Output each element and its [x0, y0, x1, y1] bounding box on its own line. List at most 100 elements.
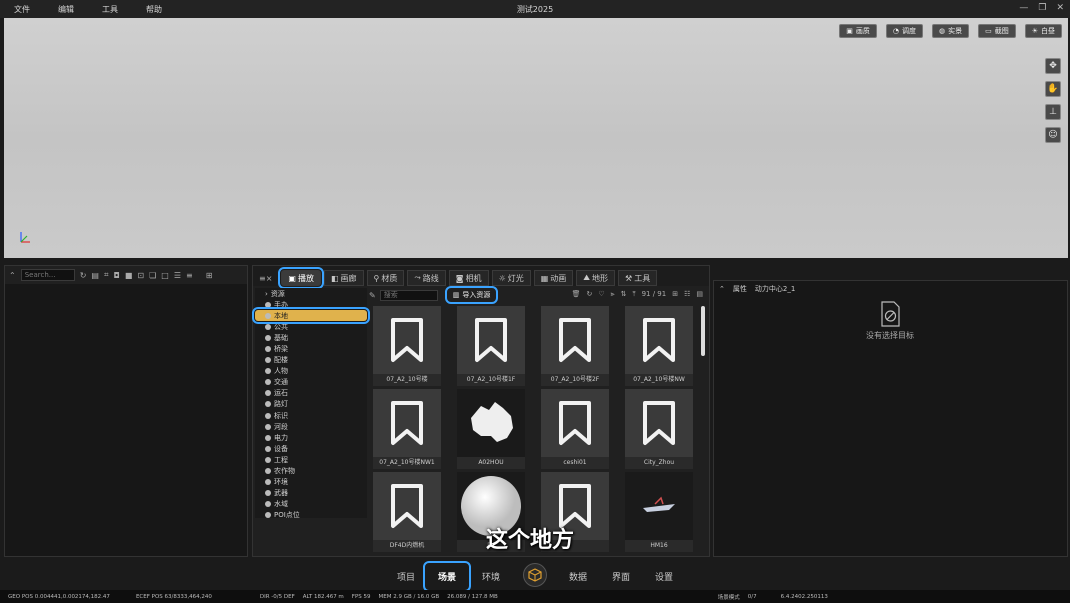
asset-label: ceshi01 — [541, 457, 609, 469]
asset-card[interactable]: 07_A2_10号楼NW1 — [373, 389, 441, 469]
home-cube-button[interactable] — [523, 563, 547, 587]
menu-tools[interactable]: 工具 — [102, 4, 118, 15]
collapse-icon[interactable]: ⌃ — [719, 285, 725, 293]
menu-file[interactable]: 文件 — [14, 4, 30, 15]
close-icon[interactable]: ✕ — [1056, 3, 1064, 13]
menu-help[interactable]: 帮助 — [146, 4, 162, 15]
category-item[interactable]: 公共 — [255, 321, 367, 332]
live-view-button[interactable]: ◍ 实景 — [931, 24, 970, 38]
asset-card[interactable]: 07_A2_10号楼 — [373, 306, 441, 386]
asset-card[interactable]: ceshi01 — [541, 389, 609, 469]
tab-route[interactable]: ⤳ 路线 — [407, 270, 446, 286]
asset-grid-scrollbar[interactable] — [701, 306, 705, 356]
asset-card[interactable]: City_Zhou — [625, 389, 693, 469]
bookmark-icon — [475, 318, 507, 362]
refresh-icon[interactable]: ↻ — [587, 290, 593, 299]
upload-icon[interactable]: ⤒ — [632, 290, 635, 299]
category-item[interactable]: 河段 — [255, 421, 367, 432]
category-item[interactable]: 基础 — [255, 332, 367, 343]
grid-view-icon[interactable]: ⊞ — [672, 290, 678, 299]
asset-card[interactable]: 07_A2_10号楼2F — [541, 306, 609, 386]
layout-icon[interactable]: ⊞ — [206, 271, 213, 280]
asset-card[interactable]: DF4D内燃机 — [373, 472, 441, 552]
move-icon[interactable]: ✥ — [1045, 58, 1061, 74]
delete-icon[interactable]: 🗑 — [572, 290, 581, 299]
tab-material[interactable]: ⚲ 材质 — [366, 270, 405, 286]
nav-project[interactable]: 项目 — [397, 570, 415, 583]
axis-icon[interactable]: ⊥ — [1045, 104, 1061, 120]
category-item[interactable]: 环境 — [255, 477, 367, 488]
camera-icon[interactable]: ◘ — [113, 271, 119, 280]
cube-icon[interactable]: ■ — [125, 271, 133, 280]
category-item[interactable]: 手办 — [255, 299, 367, 310]
memory: MEM 2.9 GB / 16.0 GB — [378, 593, 440, 600]
category-item[interactable]: 水域 — [255, 499, 367, 510]
category-item[interactable]: 交通 — [255, 377, 367, 388]
heart-icon[interactable]: ♡ — [598, 290, 604, 299]
tab-light[interactable]: ☼ 灯光 — [491, 270, 531, 286]
daylight-button[interactable]: ☀ 白昼 — [1024, 24, 1062, 38]
filter-icon[interactable]: ⫸ — [611, 290, 615, 299]
category-item[interactable]: 工程 — [255, 454, 367, 465]
list-icon[interactable]: ☰ — [174, 271, 181, 280]
schedule-button[interactable]: ◔ 调度 — [885, 24, 923, 38]
asset-thumbnail — [457, 389, 525, 457]
minimize-icon[interactable]: — — [1019, 3, 1028, 13]
ecef-position: ECEF POS 63/8333,464,240 — [135, 593, 212, 600]
category-item[interactable]: 人物 — [255, 366, 367, 377]
nav-interface[interactable]: 界面 — [612, 570, 630, 583]
category-list: › 资源 手办 本地 公共 基础 桥梁 配楼 人物 交通 运石 路灯 标识 河段 电力 设备 工程 农作物 环境 武器… — [252, 288, 370, 521]
category-item[interactable]: › 资源 — [255, 288, 367, 299]
3d-viewport[interactable]: ▣ 画质 ◔ 调度 ◍ 实景 ▭ 截图 ☀ 白昼 ✥ ✋ ⊥ ☺ — [4, 18, 1068, 258]
square-icon[interactable]: □ — [161, 271, 169, 280]
asset-label: DF4D内燃机 — [373, 540, 441, 552]
nav-settings[interactable]: 设置 — [655, 570, 673, 583]
category-item[interactable]: 武器 — [255, 488, 367, 499]
person-icon[interactable]: ☺ — [1045, 127, 1061, 143]
sort-icon[interactable]: ⇅ — [621, 290, 627, 299]
chevron-up-icon[interactable]: ⌃ — [9, 271, 16, 280]
category-item[interactable]: 配楼 — [255, 355, 367, 366]
quality-button[interactable]: ▣ 画质 — [839, 24, 877, 38]
category-item[interactable]: 标识 — [255, 410, 367, 421]
category-item[interactable]: 桥梁 — [255, 343, 367, 354]
asset-thumbnail — [457, 306, 525, 374]
restore-icon[interactable]: ❐ — [1038, 3, 1046, 13]
nav-environment[interactable]: 环境 — [482, 570, 500, 583]
asset-card[interactable]: 07_A2_10号楼NW — [625, 306, 693, 386]
category-item[interactable]: POI点位 — [255, 510, 367, 521]
nav-scene[interactable]: 场景 — [422, 561, 472, 592]
tab-camera[interactable]: ◙ 相机 — [448, 270, 489, 286]
asset-card[interactable]: HM16 — [625, 472, 693, 552]
copy-icon[interactable]: ❏ — [149, 271, 156, 280]
menu-icon[interactable]: ≡ — [186, 271, 193, 280]
menu-edit[interactable]: 编辑 — [58, 4, 74, 15]
focus-icon[interactable]: ⌗ — [104, 270, 109, 280]
category-item[interactable]: 电力 — [255, 432, 367, 443]
tab-animation[interactable]: ▦ 动画 — [533, 270, 574, 286]
refresh-icon[interactable]: ↻ — [80, 271, 87, 280]
tab-list-icon[interactable]: ≡× — [259, 274, 272, 283]
tab-terrain[interactable]: ⛰ 地形 — [576, 270, 616, 286]
list-view-icon[interactable]: ☷ — [684, 290, 690, 299]
category-item[interactable]: 运石 — [255, 388, 367, 399]
nav-data[interactable]: 数据 — [569, 570, 587, 583]
folder-icon[interactable]: ▤ — [91, 271, 99, 280]
asset-card[interactable]: A02HOU — [457, 389, 525, 469]
tab-play[interactable]: ▣ 播放 — [278, 267, 324, 289]
category-item[interactable]: 路灯 — [255, 399, 367, 410]
import-asset-button[interactable]: ▥ 导入资源 — [444, 286, 499, 304]
frame-icon[interactable]: ⊡ — [137, 271, 144, 280]
tab-gallery[interactable]: ◧ 画廊 — [323, 270, 364, 286]
hand-icon[interactable]: ✋ — [1045, 81, 1061, 97]
bottom-nav: 项目 场景 环境 数据 界面 设置 — [0, 558, 1070, 592]
scene-search-input[interactable]: Search... — [20, 269, 75, 281]
asset-search-input[interactable]: 搜索 — [379, 289, 438, 301]
tab-tools[interactable]: ⚒ 工具 — [618, 270, 658, 286]
asset-card[interactable]: 07_A2_10号楼1F — [457, 306, 525, 386]
category-item[interactable]: 本地 — [252, 307, 370, 325]
category-item[interactable]: 农作物 — [255, 466, 367, 477]
category-item[interactable]: 设备 — [255, 443, 367, 454]
detail-view-icon[interactable]: ▤ — [696, 290, 703, 299]
screenshot-button[interactable]: ▭ 截图 — [978, 24, 1016, 38]
